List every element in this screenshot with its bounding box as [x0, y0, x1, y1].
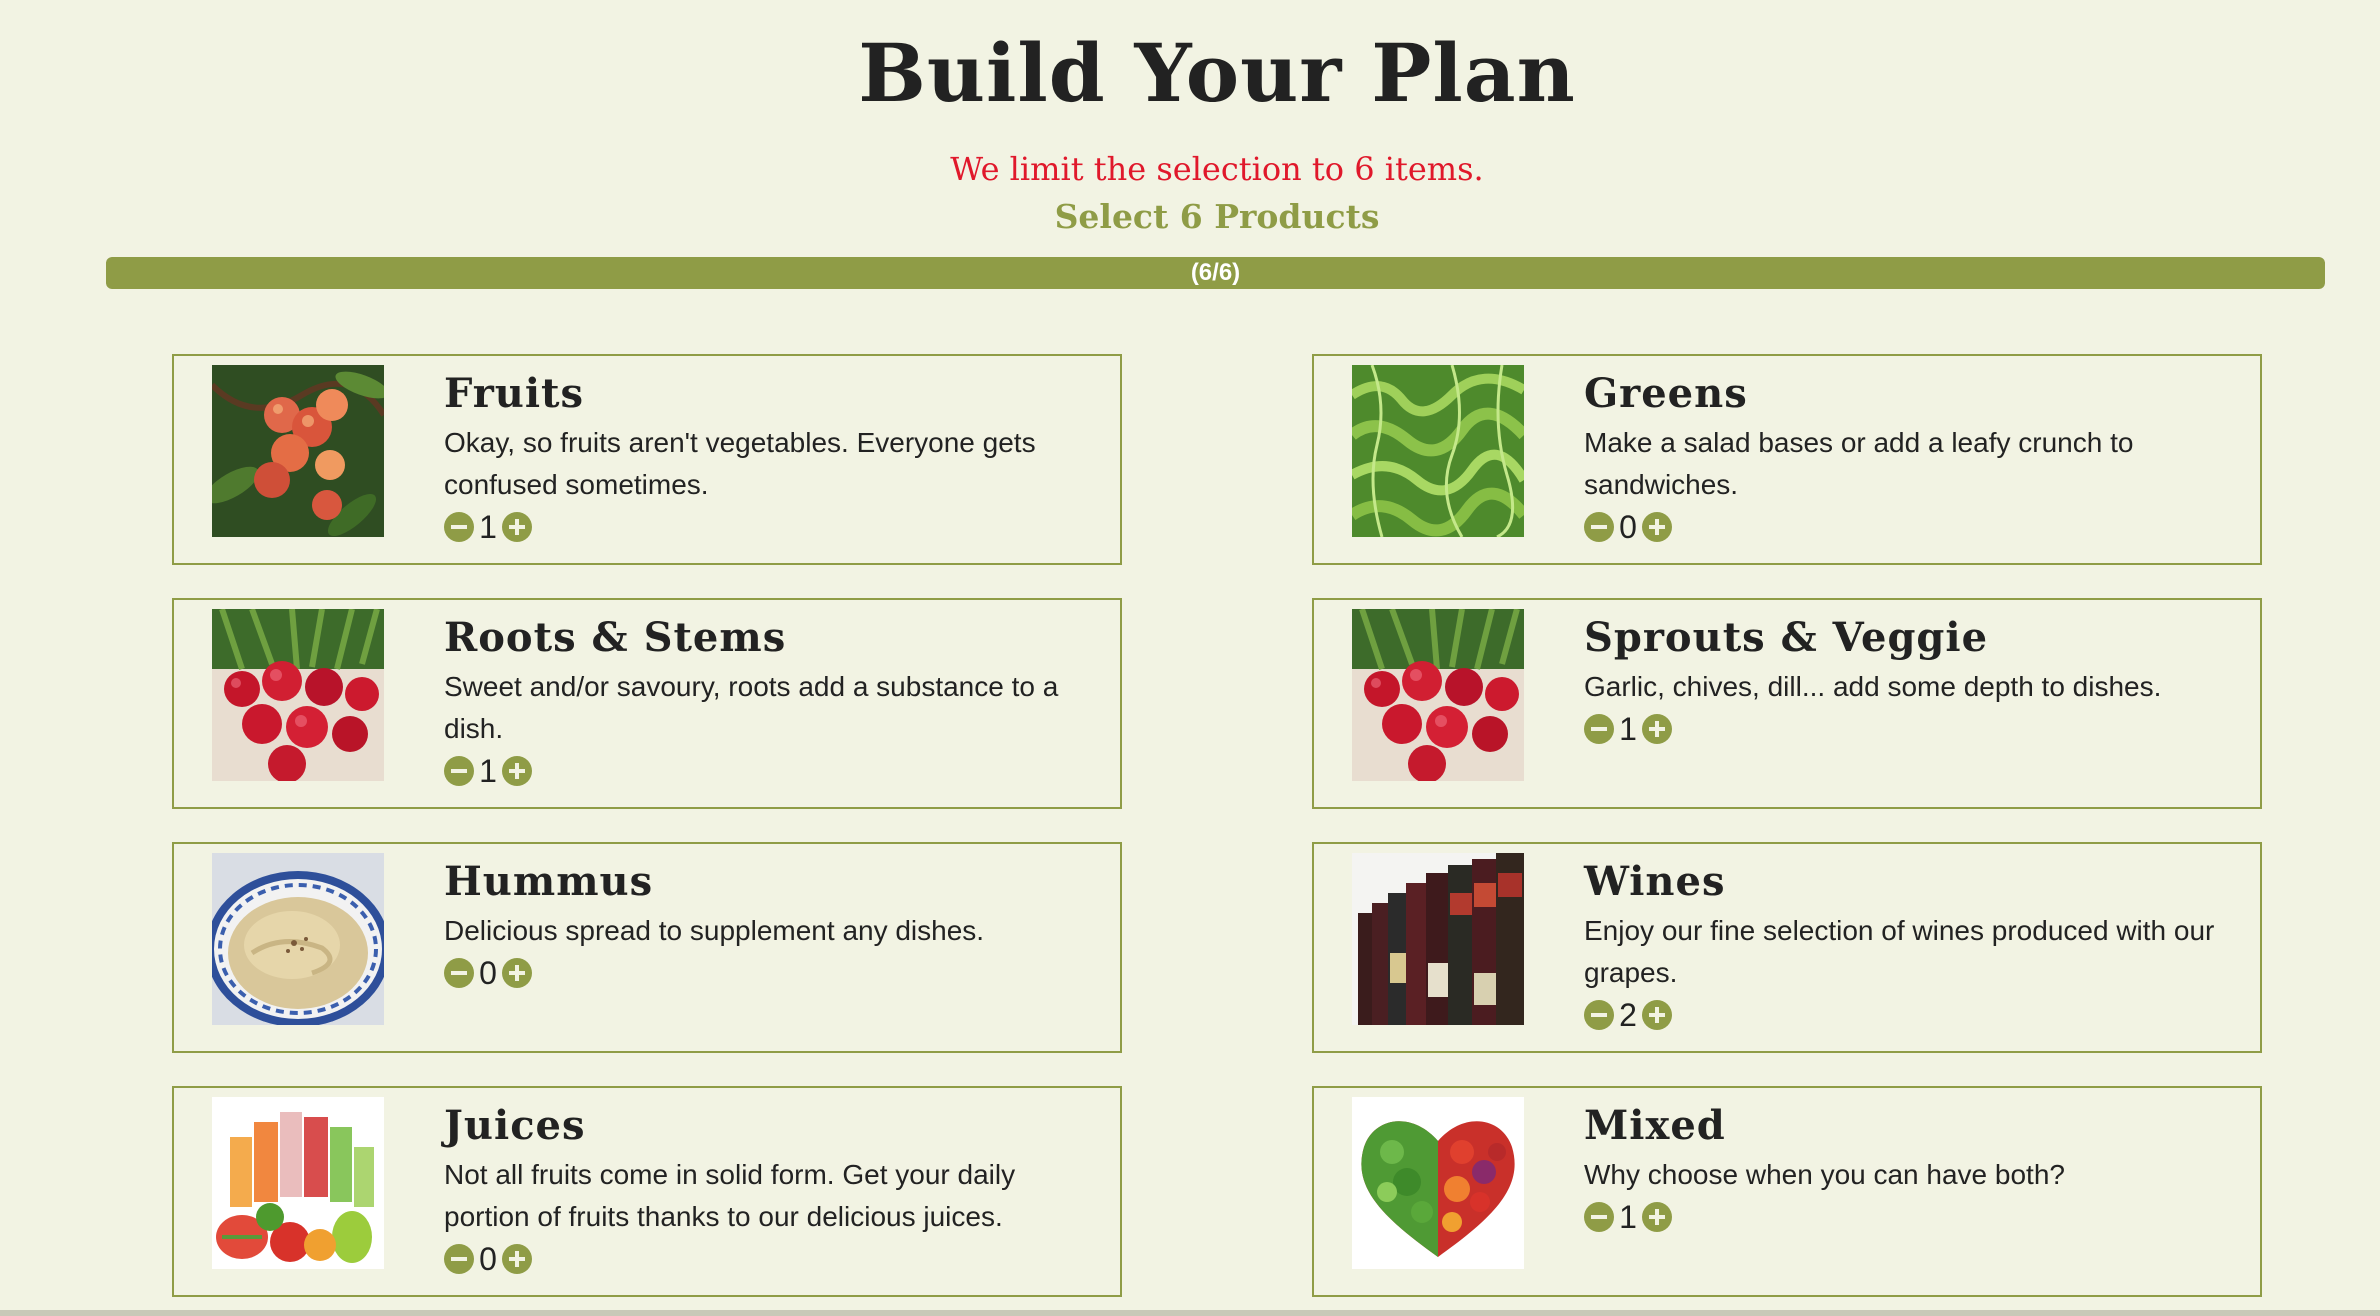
plus-circle-icon[interactable]	[1642, 1202, 1672, 1232]
plus-circle-icon[interactable]	[502, 756, 532, 786]
product-title: Sprouts & Veggie	[1584, 614, 1989, 661]
selection-progress-bar: (6/6)	[106, 257, 2325, 289]
product-card-mixed: Mixed Why choose when you can have both?…	[1312, 1086, 2262, 1297]
minus-circle-icon[interactable]	[1584, 1202, 1614, 1232]
bottom-divider	[0, 1310, 2380, 1316]
product-description: Delicious spread to supplement any dishe…	[444, 915, 985, 946]
product-description: Okay, so fruits aren't vegetables. Every…	[444, 427, 1036, 500]
quantity-value: 1	[1619, 1199, 1637, 1235]
product-card-wines: Wines Enjoy our fine selection of wines …	[1312, 842, 2262, 1053]
minus-circle-icon[interactable]	[444, 756, 474, 786]
product-description: Sweet and/or savoury, roots add a substa…	[444, 671, 1059, 744]
product-title: Wines	[1584, 858, 1726, 905]
quantity-stepper: 1	[1584, 709, 2234, 749]
page-title: Build Your Plan	[858, 26, 1576, 120]
minus-circle-icon[interactable]	[444, 1244, 474, 1274]
product-description: Enjoy our fine selection of wines produc…	[1584, 915, 2215, 988]
product-description: Not all fruits come in solid form. Get y…	[444, 1159, 1016, 1232]
quantity-stepper: 1	[444, 507, 1094, 547]
product-grid: Fruits Okay, so fruits aren't vegetables…	[172, 354, 2262, 1297]
product-title: Fruits	[444, 370, 585, 417]
quantity-value: 2	[1619, 997, 1637, 1033]
minus-circle-icon[interactable]	[1584, 512, 1614, 542]
product-description: Why choose when you can have both?	[1584, 1159, 2065, 1190]
plus-circle-icon[interactable]	[1642, 714, 1672, 744]
plus-circle-icon[interactable]	[502, 512, 532, 542]
quantity-stepper: 2	[1584, 995, 2234, 1035]
minus-circle-icon[interactable]	[444, 958, 474, 988]
product-card-roots-stems: Roots & Stems Sweet and/or savoury, root…	[172, 598, 1122, 809]
quantity-value: 1	[479, 753, 497, 789]
product-card-hummus: Hummus Delicious spread to supplement an…	[172, 842, 1122, 1053]
quantity-stepper: 0	[1584, 507, 2234, 547]
plus-circle-icon[interactable]	[502, 958, 532, 988]
peaches-photo	[212, 365, 384, 537]
plus-circle-icon[interactable]	[502, 1244, 532, 1274]
product-description: Garlic, chives, dill... add some depth t…	[1584, 671, 2162, 702]
quantity-stepper: 1	[444, 751, 1094, 791]
quantity-value: 0	[1619, 509, 1637, 545]
product-title: Roots & Stems	[444, 614, 787, 661]
quantity-value: 1	[479, 509, 497, 545]
minus-circle-icon[interactable]	[1584, 1000, 1614, 1030]
wine-bottles-photo	[1352, 853, 1524, 1025]
hummus-photo	[212, 853, 384, 1025]
product-title: Juices	[444, 1102, 586, 1149]
selection-progress-label: (6/6)	[1190, 259, 1241, 286]
plus-circle-icon[interactable]	[1642, 512, 1672, 542]
radishes-photo	[1352, 609, 1524, 781]
product-card-fruits: Fruits Okay, so fruits aren't vegetables…	[172, 354, 1122, 565]
minus-circle-icon[interactable]	[1584, 714, 1614, 744]
quantity-stepper: 1	[1584, 1197, 2234, 1237]
product-title: Mixed	[1584, 1102, 1726, 1149]
quantity-stepper: 0	[444, 953, 1094, 993]
radishes-photo	[212, 609, 384, 781]
quantity-value: 1	[1619, 711, 1637, 747]
product-title: Hummus	[444, 858, 654, 905]
quantity-stepper: 0	[444, 1239, 1094, 1279]
product-description: Make a salad bases or add a leafy crunch…	[1584, 427, 2134, 500]
product-card-greens: Greens Make a salad bases or add a leafy…	[1312, 354, 2262, 565]
plus-circle-icon[interactable]	[1642, 1000, 1672, 1030]
select-products-label: Select 6 Products	[1054, 197, 1380, 236]
quantity-value: 0	[479, 1241, 497, 1277]
limit-notice: We limit the selection to 6 items.	[950, 150, 1484, 188]
lettuce-photo	[1352, 365, 1524, 537]
product-title: Greens	[1584, 370, 1748, 417]
juices-photo	[212, 1097, 384, 1269]
minus-circle-icon[interactable]	[444, 512, 474, 542]
product-card-juices: Juices Not all fruits come in solid form…	[172, 1086, 1122, 1297]
vegetable-heart-photo	[1352, 1097, 1524, 1269]
quantity-value: 0	[479, 955, 497, 991]
product-card-sprouts-veggie: Sprouts & Veggie Garlic, chives, dill...…	[1312, 598, 2262, 809]
